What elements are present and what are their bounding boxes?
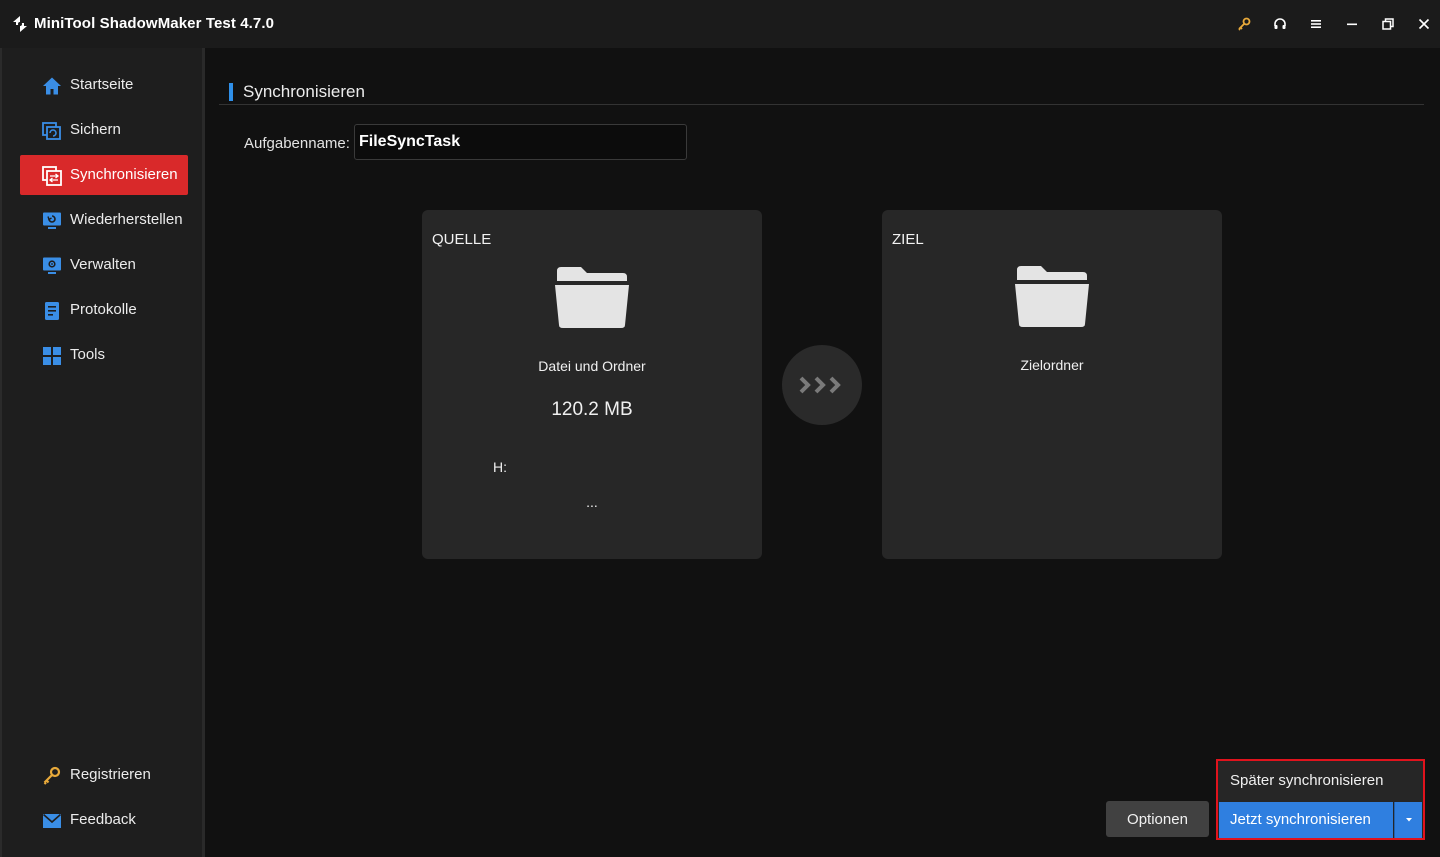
triple-chevron-right-icon	[799, 376, 841, 394]
sync-later-menu-item[interactable]: Später synchronisieren	[1218, 761, 1423, 801]
source-size: 120.2 MB	[551, 399, 633, 420]
title-divider	[219, 104, 1424, 105]
folder-icon	[1015, 266, 1089, 327]
sidebar-item-label: Verwalten	[70, 256, 136, 273]
sidebar-item-label: Sichern	[70, 121, 121, 138]
destination-type: Zielordner	[1020, 357, 1084, 373]
sync-split-button-menu: Später synchronisieren Jetzt synchronisi…	[1216, 759, 1425, 840]
source-heading: QUELLE	[432, 231, 492, 248]
sidebar-item-label: Wiederherstellen	[70, 211, 183, 228]
sidebar-item-label: Startseite	[70, 76, 134, 93]
tools-grid-icon	[43, 347, 61, 365]
log-icon	[45, 302, 59, 320]
sidebar-item-registrieren[interactable]: Registrieren	[20, 755, 188, 795]
home-icon	[43, 77, 61, 95]
task-name-input[interactable]	[354, 124, 687, 160]
sync-direction-indicator	[782, 345, 862, 425]
source-type: Datei und Ordner	[538, 358, 646, 374]
mail-icon	[42, 813, 62, 828]
app-logo-icon	[13, 16, 27, 32]
sidebar-item-label: Synchronisieren	[70, 166, 178, 183]
restore-icon[interactable]	[1378, 14, 1398, 34]
title-bar: MiniTool ShadowMaker Test 4.7.0	[0, 0, 1440, 48]
sidebar-item-sichern[interactable]: Sichern	[20, 110, 188, 150]
sidebar-item-startseite[interactable]: Startseite	[20, 65, 188, 105]
restore-monitor-icon	[43, 212, 61, 229]
app-window: MiniTool ShadowMaker Test 4.7.0 Startsei…	[0, 0, 1440, 857]
source-card[interactable]: QUELLE Datei und Ordner 120.2 MB H: ...	[422, 210, 762, 559]
sidebar-item-protokolle[interactable]: Protokolle	[20, 290, 188, 330]
sidebar-item-label: Protokolle	[70, 301, 137, 318]
main-content: Synchronisieren Aufgabenname: QUELLE Dat…	[205, 48, 1440, 857]
page-title: Synchronisieren	[243, 82, 365, 101]
manage-monitor-icon	[43, 257, 61, 274]
source-more: ...	[586, 494, 598, 510]
sidebar-item-wiederherstellen[interactable]: Wiederherstellen	[20, 200, 188, 240]
app-title: MiniTool ShadowMaker Test 4.7.0	[34, 15, 275, 32]
key-icon	[43, 766, 61, 785]
destination-heading: ZIEL	[892, 231, 924, 248]
sync-dropdown-toggle[interactable]	[1394, 802, 1422, 838]
key-icon[interactable]	[1234, 14, 1254, 34]
sidebar: Startseite Sichern Synchronisieren Wiede…	[0, 48, 204, 857]
sidebar-item-feedback[interactable]: Feedback	[20, 800, 188, 840]
task-name-label: Aufgabenname:	[244, 135, 350, 152]
page-title-accent	[229, 83, 233, 101]
options-button[interactable]: Optionen	[1106, 801, 1209, 837]
sidebar-item-synchronisieren[interactable]: Synchronisieren	[20, 155, 188, 195]
headset-icon[interactable]	[1270, 14, 1290, 34]
close-icon[interactable]	[1414, 14, 1434, 34]
caret-down-icon	[1405, 818, 1412, 822]
sidebar-item-tools[interactable]: Tools	[20, 335, 188, 375]
sidebar-item-label: Feedback	[70, 811, 136, 828]
menu-icon[interactable]	[1306, 14, 1326, 34]
sync-now-button[interactable]: Jetzt synchronisieren	[1219, 802, 1393, 838]
sync-icon	[42, 166, 62, 186]
minimize-icon[interactable]	[1342, 14, 1362, 34]
sidebar-item-verwalten[interactable]: Verwalten	[20, 245, 188, 285]
sidebar-item-label: Tools	[70, 346, 106, 363]
source-drive: H:	[493, 459, 507, 475]
folder-icon	[555, 267, 629, 328]
destination-card[interactable]: ZIEL Zielordner	[882, 210, 1222, 559]
backup-icon	[42, 122, 61, 140]
sidebar-item-label: Registrieren	[70, 766, 151, 783]
